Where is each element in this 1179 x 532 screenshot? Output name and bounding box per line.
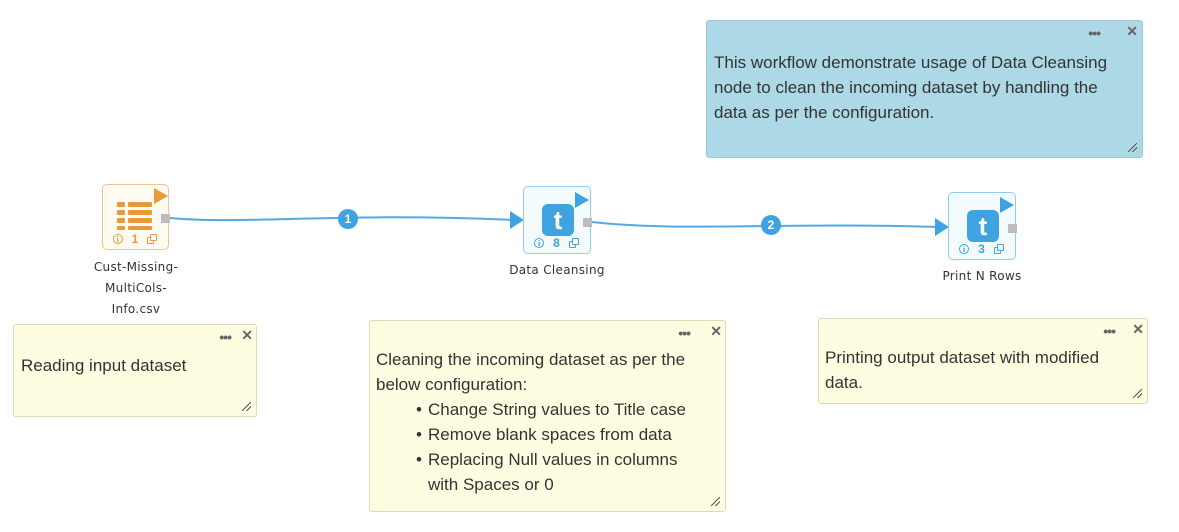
note-text: This workflow demonstrate usage of Data … bbox=[714, 53, 1108, 122]
resize-handle-icon[interactable] bbox=[711, 497, 720, 506]
list-item: Remove blank spaces from data bbox=[376, 422, 711, 447]
note-reading[interactable]: ••• ✕ Reading input dataset bbox=[13, 324, 257, 417]
node-id-number: 3 bbox=[978, 242, 985, 256]
resize-handle-icon[interactable] bbox=[1133, 389, 1142, 398]
workflow-canvas[interactable]: 1 2 i 1 Cust-Missing- MultiCols- Info.cs… bbox=[0, 0, 1179, 532]
info-icon[interactable]: i bbox=[112, 234, 123, 244]
close-icon[interactable]: ✕ bbox=[1126, 24, 1138, 38]
edge-1-arrowhead bbox=[510, 211, 524, 229]
resize-handle-icon[interactable] bbox=[242, 402, 251, 411]
node-csv-reader[interactable]: i 1 bbox=[102, 184, 170, 250]
node-print-n-rows-label: Print N Rows bbox=[942, 269, 1022, 283]
note-menu-icon[interactable]: ••• bbox=[1103, 324, 1116, 338]
config-list: Change String values to Title case Remov… bbox=[376, 397, 711, 497]
node-footer: i 3 bbox=[949, 242, 1015, 256]
note-text: Cleaning the incoming dataset as per the… bbox=[376, 347, 711, 497]
edge-1-badge[interactable]: 1 bbox=[338, 209, 358, 229]
note-cleaning[interactable]: ••• ✕ Cleaning the incoming dataset as p… bbox=[369, 320, 726, 512]
node-footer: i 1 bbox=[103, 232, 168, 246]
note-description[interactable]: ••• ✕ This workflow demonstrate usage of… bbox=[706, 20, 1143, 158]
table-list-icon bbox=[117, 202, 153, 230]
node-id-number: 8 bbox=[553, 236, 560, 250]
node-data-cleansing-label: Data Cleansing bbox=[509, 263, 605, 277]
label-line: Info.csv bbox=[111, 302, 161, 316]
note-menu-icon[interactable]: ••• bbox=[219, 330, 232, 344]
node-footer: i 8 bbox=[524, 236, 590, 250]
node-data-cleansing[interactable]: t i 8 bbox=[523, 186, 592, 254]
list-item: Change String values to Title case bbox=[376, 397, 711, 422]
note-text: Reading input dataset bbox=[21, 356, 187, 375]
transform-t-icon: t bbox=[542, 204, 574, 236]
close-icon[interactable]: ✕ bbox=[710, 324, 722, 338]
label-line: MultiCols- bbox=[105, 281, 167, 295]
note-text: Printing output dataset with modified da… bbox=[825, 348, 1100, 392]
info-icon[interactable]: i bbox=[534, 238, 545, 248]
copy-icon[interactable] bbox=[147, 233, 158, 245]
note-menu-icon[interactable]: ••• bbox=[1088, 26, 1101, 40]
close-icon[interactable]: ✕ bbox=[1132, 322, 1144, 336]
node-id-number: 1 bbox=[131, 232, 139, 246]
output-port[interactable] bbox=[161, 214, 170, 223]
run-play-icon[interactable] bbox=[575, 192, 589, 208]
node-csv-label: Cust-Missing- MultiCols- Info.csv bbox=[80, 257, 192, 320]
note-printing[interactable]: ••• ✕ Printing output dataset with modif… bbox=[818, 318, 1148, 404]
output-port[interactable] bbox=[583, 218, 592, 227]
copy-icon[interactable] bbox=[568, 237, 580, 249]
run-play-icon[interactable] bbox=[1000, 197, 1014, 213]
note-menu-icon[interactable]: ••• bbox=[678, 326, 691, 340]
copy-icon[interactable] bbox=[993, 243, 1005, 255]
note-intro: Cleaning the incoming dataset as per the… bbox=[376, 350, 686, 394]
transform-t-icon: t bbox=[967, 210, 999, 242]
node-print-n-rows[interactable]: t i 3 bbox=[948, 192, 1017, 260]
list-item: Replacing Null values in columns with Sp… bbox=[376, 447, 711, 497]
output-port[interactable] bbox=[1008, 224, 1017, 233]
label-line: Cust-Missing- bbox=[93, 260, 179, 274]
edge-2-arrowhead bbox=[935, 218, 949, 236]
edge-2-badge[interactable]: 2 bbox=[761, 215, 781, 235]
close-icon[interactable]: ✕ bbox=[241, 328, 253, 342]
resize-handle-icon[interactable] bbox=[1128, 143, 1137, 152]
run-play-icon[interactable] bbox=[154, 188, 168, 204]
info-icon[interactable]: i bbox=[959, 244, 970, 254]
